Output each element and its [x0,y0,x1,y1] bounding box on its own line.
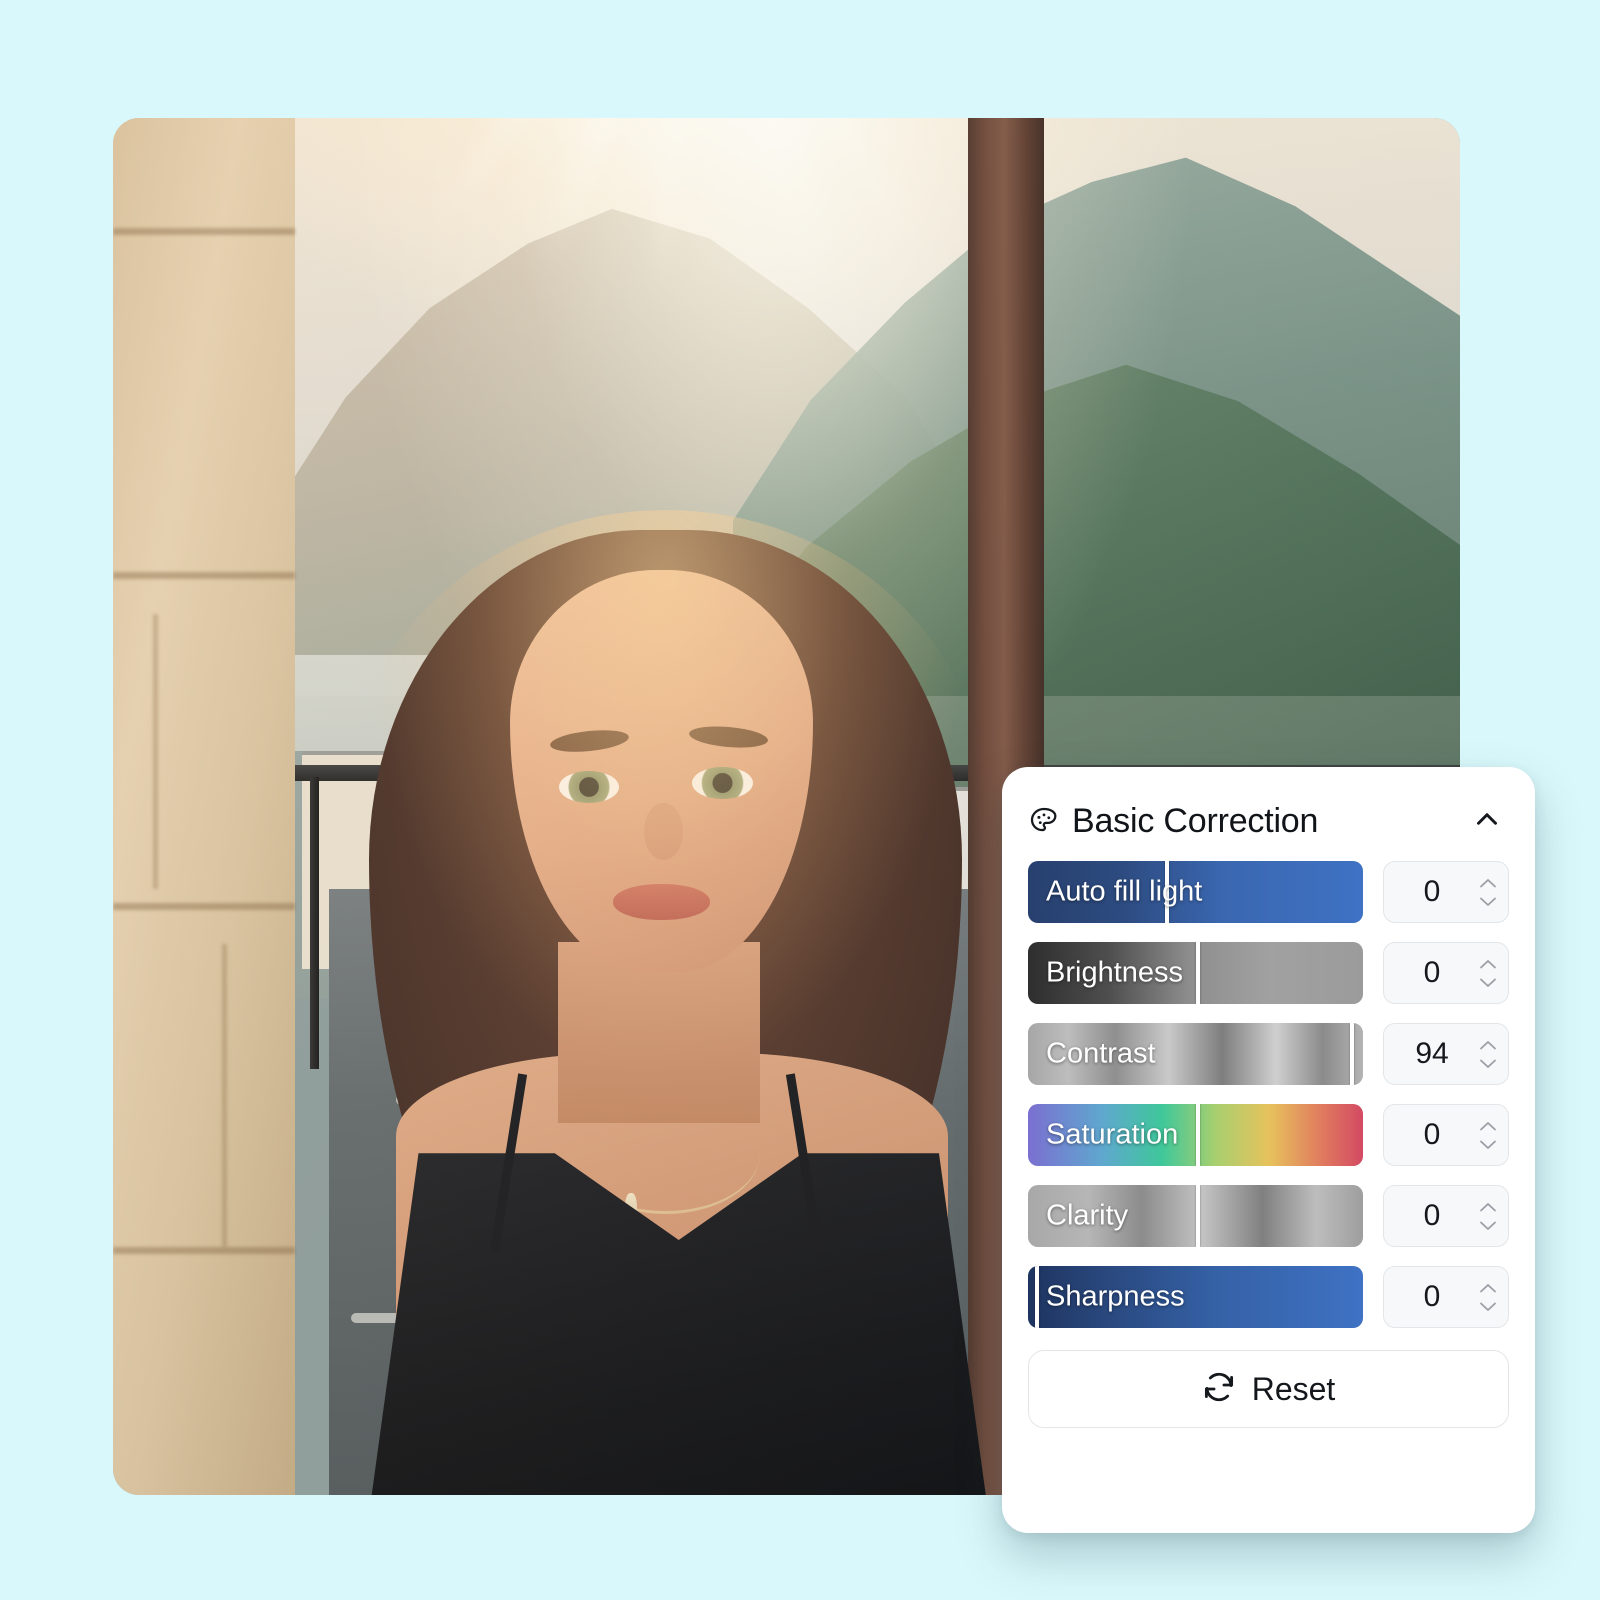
stepper-updown-icon[interactable] [1474,1202,1508,1231]
refresh-icon [1202,1370,1236,1409]
slider-row-contrast: Contrast 94 [1028,1023,1509,1085]
slider-row-auto-fill-light: Auto fill light 0 [1028,861,1509,923]
slider-clarity[interactable]: Clarity [1028,1185,1363,1247]
slider-sharpness[interactable]: Sharpness [1028,1266,1363,1328]
slider-brightness[interactable]: Brightness [1028,942,1363,1004]
palette-icon [1028,805,1060,837]
stepper-updown-icon[interactable] [1474,878,1508,907]
panel-header: Basic Correction [1028,797,1509,845]
slider-auto-fill-light[interactable]: Auto fill light [1028,861,1363,923]
stone-seam [113,228,295,236]
stepper-updown-icon[interactable] [1474,959,1508,988]
value-input-sharpness[interactable]: 0 [1383,1266,1509,1328]
slider-saturation[interactable]: Saturation [1028,1104,1363,1166]
value-input-brightness[interactable]: 0 [1383,942,1509,1004]
value-input-clarity[interactable]: 0 [1383,1185,1509,1247]
slider-track [1028,942,1363,1004]
chevron-up-icon [1470,802,1504,841]
stone-seam [113,572,295,580]
sun-ray [643,118,715,302]
stepper-updown-icon[interactable] [1474,1121,1508,1150]
sun-ray [690,118,838,295]
portrait-subject [329,490,1003,1495]
value-input-auto-fill-light[interactable]: 0 [1383,861,1509,923]
slider-row-brightness: Brightness 0 [1028,942,1509,1004]
reset-label: Reset [1251,1370,1336,1407]
collapse-panel-button[interactable] [1465,799,1509,843]
value-input-contrast[interactable]: 94 [1383,1023,1509,1085]
basic-correction-panel: Basic Correction Auto fill light 0 Brigh… [1002,767,1535,1533]
slider-track [1028,1104,1363,1166]
value-text: 0 [1423,875,1441,908]
stone-pillar [113,118,295,1495]
slider-track [1028,1023,1363,1085]
stepper-updown-icon[interactable] [1474,1040,1508,1069]
railing-baluster [310,777,320,1070]
sun-ray [524,118,722,277]
reset-button[interactable]: Reset [1028,1350,1509,1428]
stepper-updown-icon[interactable] [1474,1283,1508,1312]
value-input-saturation[interactable]: 0 [1383,1104,1509,1166]
panel-title: Basic Correction [1072,801,1319,840]
value-text: 94 [1415,1037,1449,1070]
slider-track [1028,1185,1363,1247]
slider-row-sharpness: Sharpness 0 [1028,1266,1509,1328]
panel-title-group: Basic Correction [1028,802,1465,841]
value-text: 0 [1423,1280,1441,1313]
value-text: 0 [1423,1118,1441,1151]
slider-row-saturation: Saturation 0 [1028,1104,1509,1166]
slider-contrast[interactable]: Contrast [1028,1023,1363,1085]
slider-track [1028,861,1363,923]
stone-crack [222,944,228,1248]
value-text: 0 [1423,1199,1441,1232]
stone-seam [113,902,295,910]
stone-crack [153,613,158,890]
slider-track [1028,1266,1363,1328]
slider-row-clarity: Clarity 0 [1028,1185,1509,1247]
stone-seam [113,1247,295,1255]
hair-rim-light [341,509,989,1113]
value-text: 0 [1423,956,1441,989]
